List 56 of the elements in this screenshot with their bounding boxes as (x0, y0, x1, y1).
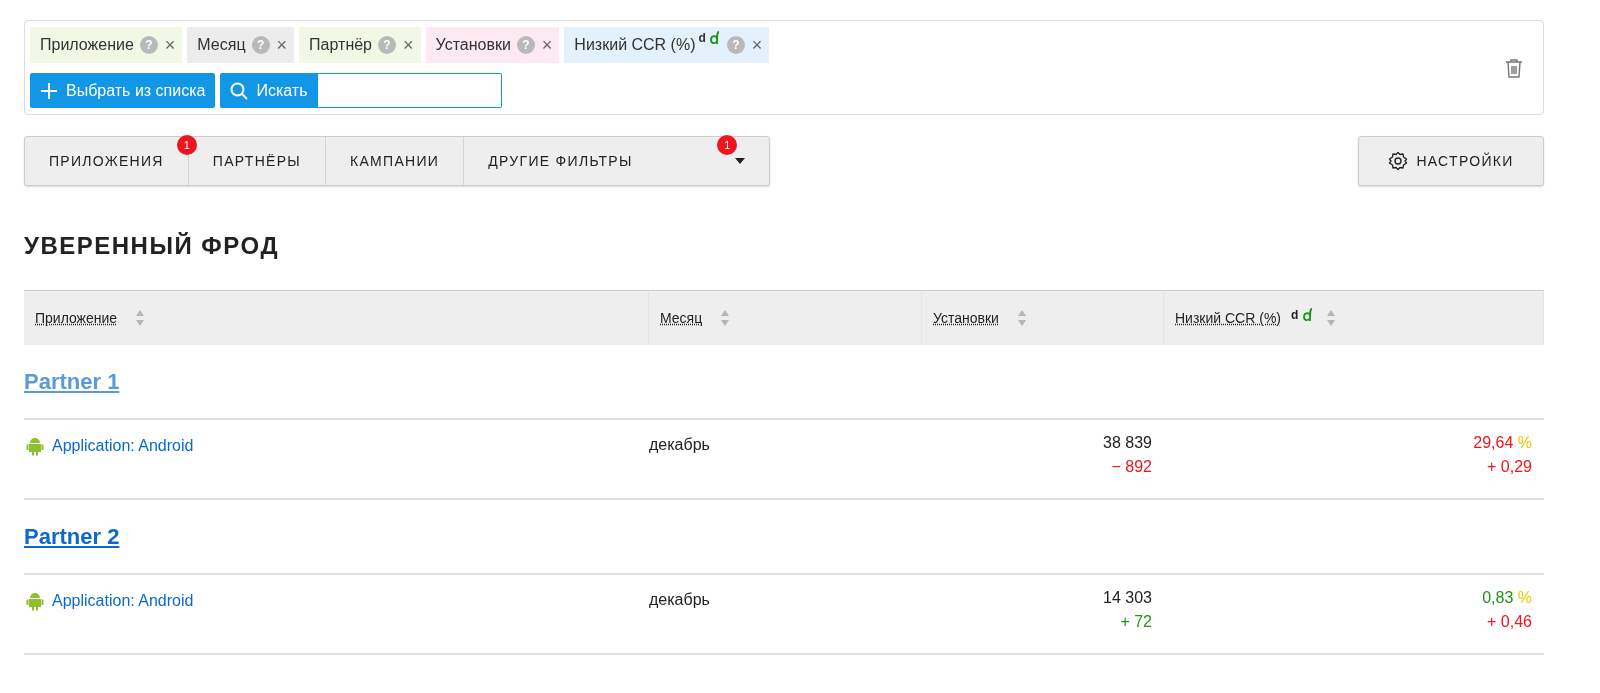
column-header[interactable]: Низкий CCR (%) (1175, 310, 1281, 326)
filter-chip[interactable]: Установки ? × (425, 27, 560, 63)
installs-delta: + 72 (1120, 613, 1152, 631)
ccr-value: 29,64 (1473, 434, 1514, 451)
count-badge: 1 (176, 135, 197, 155)
close-icon[interactable]: × (541, 34, 553, 56)
close-icon[interactable]: × (403, 34, 414, 56)
column-header[interactable]: Месяц (660, 310, 703, 326)
column-header[interactable]: Приложение (35, 310, 118, 326)
count-badge: 1 (717, 135, 738, 155)
suffix-letter: d (698, 31, 706, 45)
sort-icon[interactable] (135, 309, 146, 327)
plus-icon (40, 81, 58, 100)
section-title: УВЕРЕННЫЙ ФРОД (24, 232, 280, 260)
search-button[interactable]: Искать (220, 73, 318, 108)
ccr-value: 0,83 (1482, 589, 1514, 606)
column-header[interactable]: Установки (933, 310, 999, 326)
month-text: декабрь (649, 436, 710, 454)
month-text: декабрь (649, 591, 710, 609)
filter-chip[interactable]: Приложение ? × (30, 27, 183, 63)
close-icon[interactable]: × (751, 34, 763, 56)
app-link[interactable]: Application: Android (52, 437, 194, 455)
android-icon (26, 591, 44, 611)
filter-chip[interactable]: Низкий CCR (%) $^{d}$ ? × (564, 27, 770, 63)
percent-unit: % (1517, 434, 1532, 451)
chip-label: Приложение (40, 36, 134, 54)
settings-icon (1388, 151, 1409, 171)
filter-tab[interactable]: КАМПАНИИ (326, 137, 465, 185)
sort-icon[interactable] (1326, 309, 1337, 327)
filter-tab[interactable]: ПАРТНЁРЫ (188, 137, 327, 185)
sort-icon[interactable] (1016, 309, 1027, 327)
installs-delta: − 892 (1111, 458, 1152, 476)
chip-label: Партнёр (309, 36, 372, 54)
partner-link[interactable]: Partner 1 (24, 368, 120, 395)
search-icon (230, 81, 249, 100)
close-icon[interactable]: × (276, 34, 288, 56)
trash-icon[interactable] (1505, 57, 1523, 78)
chip-label: Месяц (197, 36, 246, 54)
android-icon (26, 436, 44, 456)
chip-label: Установки (435, 36, 511, 54)
ccr-delta: + 0,29 (1487, 458, 1532, 476)
filter-chip[interactable]: Партнёр ? × (299, 27, 421, 63)
percent-unit: % (1517, 589, 1532, 606)
close-icon[interactable]: × (164, 34, 176, 56)
suffix-letter: d (1291, 308, 1299, 322)
sort-icon[interactable] (720, 309, 731, 327)
ccr-delta: + 0,46 (1487, 613, 1532, 631)
installs-value: 38 839 (1103, 434, 1152, 452)
chip-label: Низкий CCR (%) (574, 36, 696, 54)
settings-button[interactable]: НАСТРОЙКИ (1358, 136, 1544, 186)
installs-value: 14 303 (1103, 589, 1152, 607)
select-from-list-button[interactable]: Выбрать из списка (30, 73, 216, 108)
search-field[interactable] (317, 73, 502, 108)
filter-chip[interactable]: Месяц ? × (187, 27, 295, 63)
partner-link[interactable]: Partner 2 (24, 523, 120, 550)
app-link[interactable]: Application: Android (52, 592, 194, 610)
